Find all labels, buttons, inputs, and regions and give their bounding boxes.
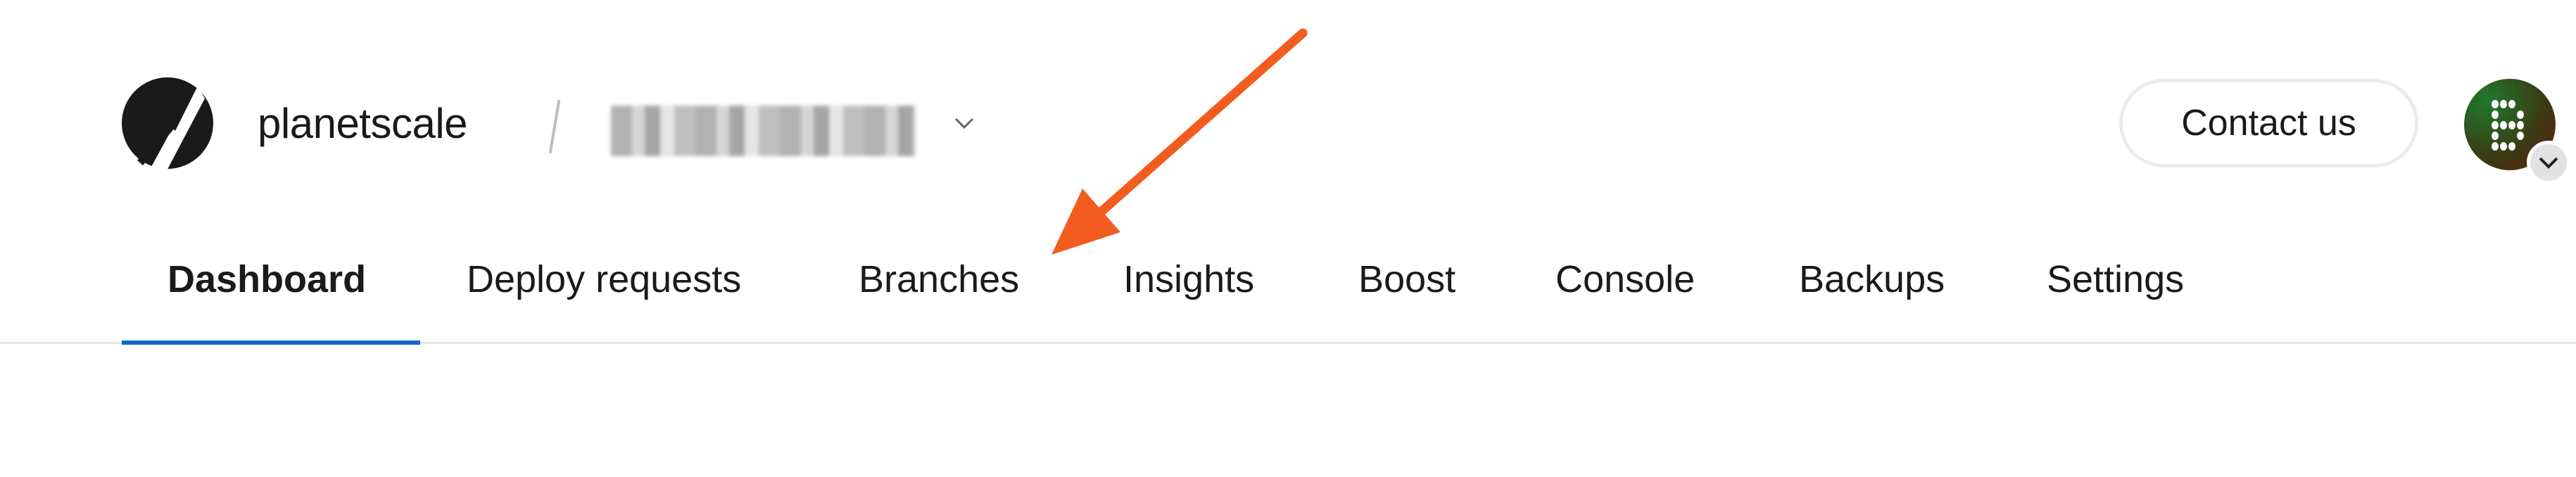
breadcrumb-separator: [549, 100, 560, 153]
tab-settings[interactable]: Settings: [2047, 246, 2184, 312]
tab-backups[interactable]: Backups: [1799, 246, 1945, 312]
brand-name[interactable]: planetscale: [258, 96, 468, 152]
account-menu-button[interactable]: [2527, 141, 2570, 184]
tab-deploy-requests[interactable]: Deploy requests: [467, 246, 741, 312]
chevron-down-icon[interactable]: [952, 113, 977, 134]
database-name-redacted[interactable]: [611, 106, 916, 156]
contact-us-button[interactable]: Contact us: [2119, 79, 2418, 167]
tab-boost[interactable]: Boost: [1358, 246, 1456, 312]
active-tab-indicator: [122, 341, 420, 345]
tab-dashboard[interactable]: Dashboard: [168, 246, 366, 312]
pixel-avatar-icon: [2492, 100, 2524, 151]
annotation-arrow: [1052, 28, 1308, 255]
tab-branches[interactable]: Branches: [859, 246, 1019, 312]
planetscale-logo-icon[interactable]: [122, 77, 213, 169]
main-nav: Dashboard Deploy requests Branches Insig…: [0, 246, 2576, 345]
tab-insights[interactable]: Insights: [1123, 246, 1254, 312]
tab-console[interactable]: Console: [1555, 246, 1695, 312]
chevron-down-icon: [2539, 157, 2558, 169]
